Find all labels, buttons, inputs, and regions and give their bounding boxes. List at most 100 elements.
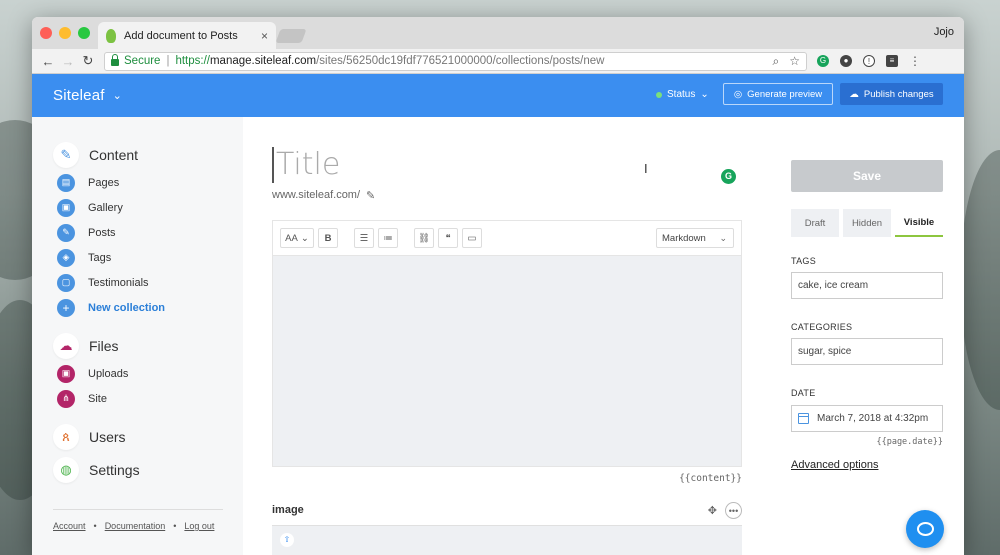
sidebar-item-posts[interactable]: ✎ Posts: [53, 220, 243, 245]
image-field-tools: ✥ •••: [708, 502, 742, 519]
quote-icon[interactable]: ❝: [438, 228, 458, 248]
status-dot-icon: [656, 91, 662, 98]
zoom-icon[interactable]: ⌕: [773, 54, 780, 69]
footer-separator: •: [173, 521, 177, 531]
lock-icon: [111, 53, 119, 66]
bookmark-star-icon[interactable]: ☆: [789, 54, 800, 69]
content-editor[interactable]: [272, 255, 742, 467]
generate-preview-label: Generate preview: [747, 88, 823, 100]
sidebar-item-testimonials[interactable]: ▢ Testimonials: [53, 270, 243, 295]
url-path: /sites/56250dc19fdf776521000000/collecti…: [316, 55, 605, 67]
edit-pencil-icon[interactable]: ✎: [366, 189, 375, 202]
link-icon[interactable]: ⛓: [414, 228, 434, 248]
secure-label: Secure: [124, 55, 161, 67]
sidebar-section-label: Files: [89, 338, 119, 354]
chat-support-button[interactable]: [906, 510, 944, 548]
sidebar-item-uploads[interactable]: ▣ Uploads: [53, 361, 243, 386]
globe-icon: ◍: [53, 457, 79, 483]
pencil-icon: ✎: [57, 223, 75, 242]
tab-visible[interactable]: Visible: [895, 209, 943, 237]
info-extension-icon[interactable]: !: [863, 55, 875, 67]
generate-preview-button[interactable]: ◎ Generate preview: [723, 83, 833, 105]
date-field[interactable]: March 7, 2018 at 4:32pm: [791, 405, 943, 432]
close-window-button[interactable]: [40, 27, 52, 39]
sidebar-item-pages[interactable]: ▤ Pages: [53, 170, 243, 195]
documentation-link[interactable]: Documentation: [105, 521, 166, 531]
sidebar-section-settings[interactable]: ◍ Settings: [53, 457, 243, 483]
bold-button[interactable]: B: [318, 228, 338, 248]
document-editor: Title www.siteleaf.com/ ✎ AA ⌄ B ☰ ≔ ⛓ ❝…: [272, 117, 742, 555]
cloud-upload-icon: ☁: [849, 88, 859, 100]
new-tab-button[interactable]: [275, 29, 307, 43]
calendar-icon: [798, 413, 809, 424]
sidebar-item-gallery[interactable]: ▣ Gallery: [53, 195, 243, 220]
app-header: Siteleaf ⌄ Status ⌄ ◎ Generate preview ☁…: [32, 74, 964, 117]
save-button[interactable]: Save: [791, 160, 943, 192]
profile-name[interactable]: Jojo: [934, 26, 954, 38]
advanced-options-link[interactable]: Advanced options: [791, 459, 878, 471]
tab-draft[interactable]: Draft: [791, 209, 839, 237]
visibility-tabs: Draft Hidden Visible: [791, 209, 943, 237]
categories-field[interactable]: sugar, spice: [791, 338, 943, 365]
date-label: DATE: [791, 388, 816, 398]
image-field-label: image: [272, 504, 304, 516]
minimize-window-button[interactable]: [59, 27, 71, 39]
tab-hidden[interactable]: Hidden: [843, 209, 891, 237]
tab-title: Add document to Posts: [124, 29, 238, 42]
chevron-down-icon[interactable]: ⌄: [113, 89, 122, 102]
sidebar-section-files[interactable]: ☁ Files: [53, 333, 243, 359]
move-icon[interactable]: ✥: [708, 504, 717, 517]
browser-tab[interactable]: Add document to Posts ×: [98, 22, 276, 49]
users-icon: ጰ: [53, 424, 79, 450]
sidebar-item-tags[interactable]: ◈ Tags: [53, 245, 243, 270]
account-link[interactable]: Account: [53, 521, 86, 531]
tags-label: TAGS: [791, 256, 817, 266]
forward-arrow-icon[interactable]: →: [58, 54, 78, 69]
publish-changes-button[interactable]: ☁ Publish changes: [840, 83, 943, 105]
grammarly-icon[interactable]: G: [721, 169, 736, 184]
status-label: Status: [667, 89, 696, 100]
numbered-list-icon[interactable]: ≔: [378, 228, 398, 248]
menu-kebab-icon[interactable]: ⋮: [909, 54, 921, 68]
chevron-down-icon: ⌄: [700, 89, 709, 100]
more-options-button[interactable]: •••: [725, 502, 742, 519]
layers-extension-icon[interactable]: ≡: [886, 55, 898, 67]
content-liquid-tag: {{content}}: [679, 473, 742, 484]
url-divider: |: [166, 55, 170, 67]
back-arrow-icon[interactable]: ←: [38, 54, 58, 69]
bullet-list-icon[interactable]: ☰: [354, 228, 374, 248]
drop-extension-icon[interactable]: ●: [840, 55, 852, 67]
sidebar-item-label: New collection: [88, 301, 166, 314]
grammarly-extension-icon[interactable]: G: [817, 55, 829, 67]
date-liquid-tag: {{page.date}}: [876, 437, 943, 447]
sidebar-item-label: Testimonials: [88, 276, 149, 289]
font-size-dropdown[interactable]: AA ⌄: [280, 228, 314, 248]
chevron-down-icon: ⌄: [300, 232, 309, 244]
permalink[interactable]: www.siteleaf.com/ ✎: [272, 189, 375, 202]
sidebar-section-content[interactable]: ✎ Content: [53, 142, 243, 168]
sidebar-item-label: Posts: [88, 226, 116, 239]
upload-icon[interactable]: ⇧: [280, 533, 294, 547]
sidebar-item-new-collection[interactable]: + New collection: [53, 295, 243, 320]
window-controls: [40, 27, 90, 39]
maximize-window-button[interactable]: [78, 27, 90, 39]
sidebar-item-label: Site: [88, 392, 107, 405]
tags-field[interactable]: cake, ice cream: [791, 272, 943, 299]
tab-strip: Add document to Posts × Jojo: [32, 17, 964, 49]
browser-window: Add document to Posts × Jojo ← → ↻ Secur…: [32, 17, 964, 555]
site-switcher[interactable]: Siteleaf: [53, 87, 105, 104]
url-input[interactable]: Secure | https:// manage.siteleaf.com /s…: [104, 51, 807, 71]
logout-link[interactable]: Log out: [184, 521, 214, 531]
text-cursor-icon: I: [644, 161, 648, 176]
sidebar-item-site[interactable]: ⋔ Site: [53, 386, 243, 411]
status-dropdown[interactable]: Status ⌄: [656, 89, 709, 100]
title-input[interactable]: Title: [272, 147, 340, 183]
reload-icon[interactable]: ↻: [78, 53, 98, 69]
tab-close-icon[interactable]: ×: [261, 29, 268, 43]
format-select[interactable]: Markdown ⌄: [656, 228, 734, 248]
sidebar-item-label: Tags: [88, 251, 112, 264]
sidebar-section-users[interactable]: ጰ Users: [53, 424, 243, 450]
image-dropzone[interactable]: ⇧: [272, 525, 742, 555]
sitemap-icon: ⋔: [57, 389, 75, 408]
image-insert-icon[interactable]: ▭: [462, 228, 482, 248]
